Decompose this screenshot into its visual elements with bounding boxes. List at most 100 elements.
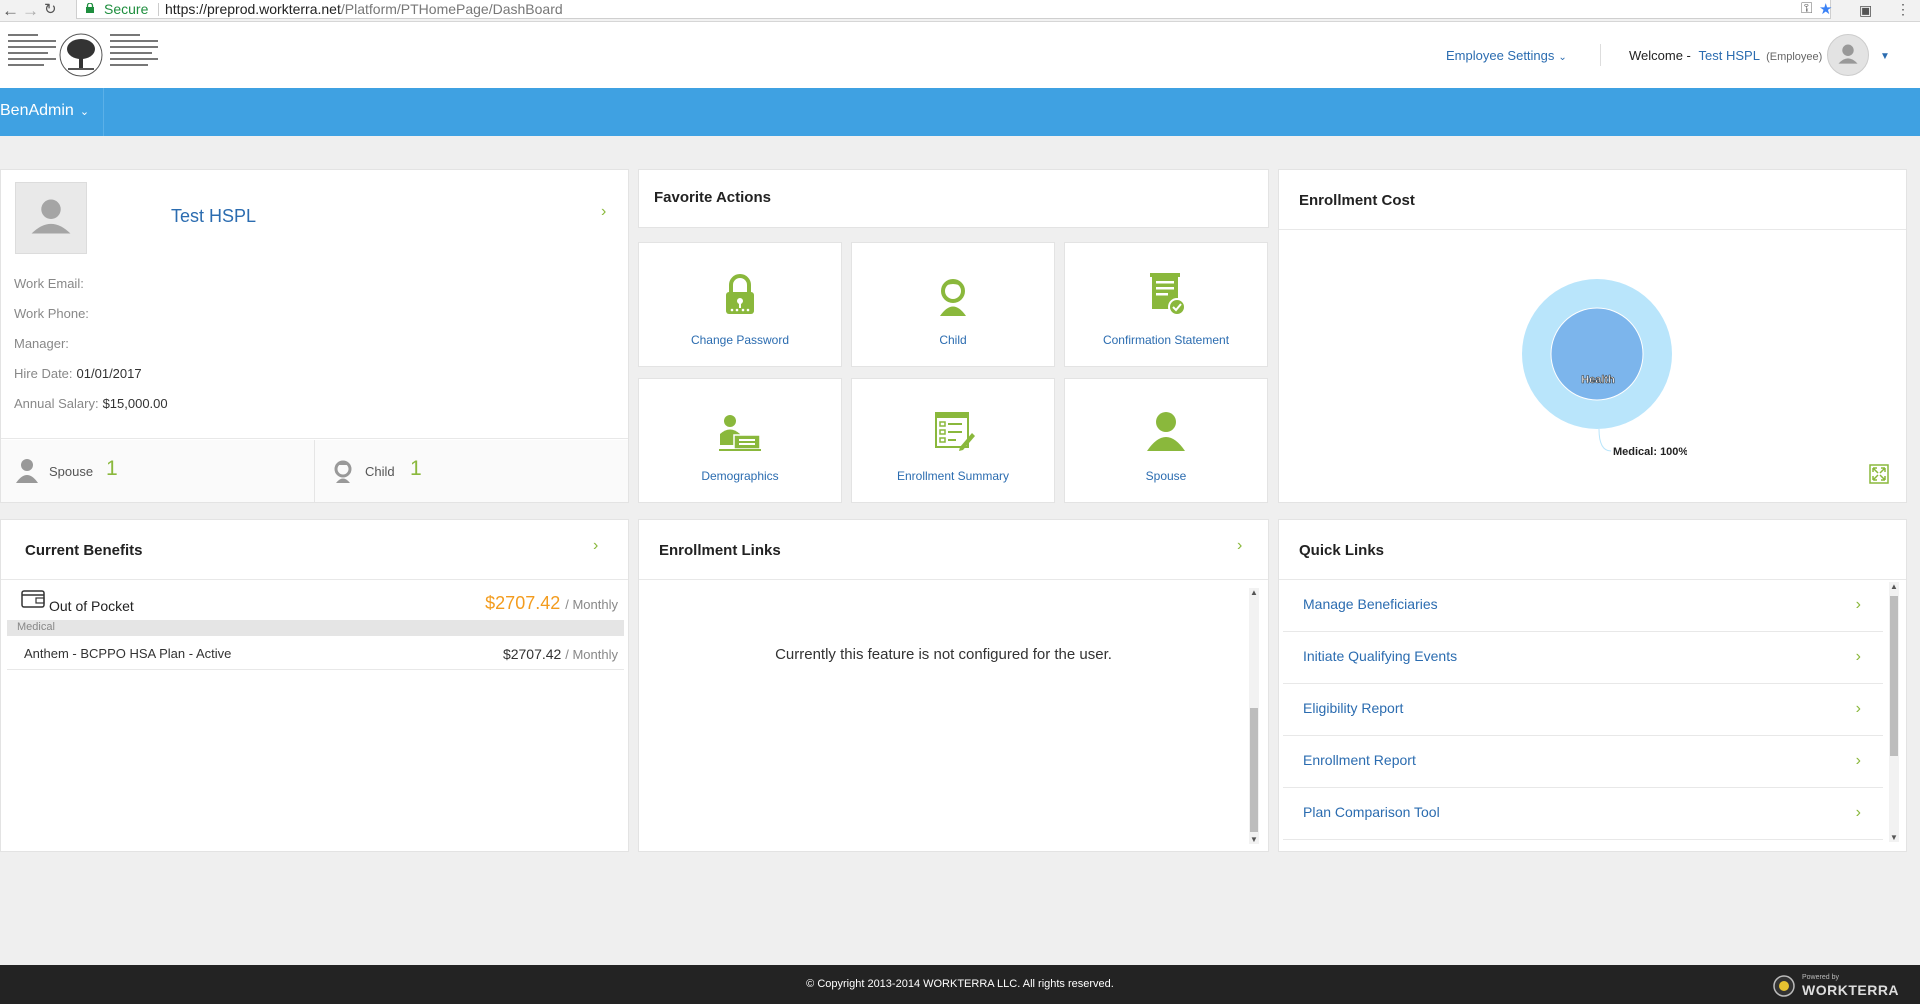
url-divider xyxy=(158,3,159,16)
user-silhouette-icon xyxy=(31,199,71,234)
workterra-logo-icon xyxy=(1773,975,1795,997)
address-bar[interactable]: Secure https://preprod.workterra.net/Pla… xyxy=(76,0,1832,19)
divider xyxy=(1,579,628,580)
app-header: Employee Settings ⌄ Welcome - Test HSPL (… xyxy=(0,22,1920,88)
action-enrollment-summary[interactable]: Enrollment Summary xyxy=(851,378,1055,503)
action-demographics[interactable]: Demographics xyxy=(638,378,842,503)
plan-amount: $2707.42 / Monthly xyxy=(503,646,618,662)
favorite-actions-header: Favorite Actions xyxy=(638,169,1269,228)
header-divider xyxy=(1600,44,1601,66)
action-confirmation-statement[interactable]: Confirmation Statement xyxy=(1064,242,1268,367)
chevron-right-icon: › xyxy=(1855,596,1861,613)
out-of-pocket-amount: $2707.42 / Monthly xyxy=(485,593,618,614)
tile-label: Child xyxy=(939,333,967,347)
quick-link-plan-comparison-tool[interactable]: Plan Comparison Tool › xyxy=(1283,788,1883,840)
quick-link-enrollment-report[interactable]: Enrollment Report › xyxy=(1283,736,1883,788)
panel-title: Current Benefits xyxy=(25,542,143,559)
current-benefits-card: Current Benefits › Out of Pocket $2707.4… xyxy=(0,519,629,852)
dependent-label: Spouse xyxy=(49,464,94,479)
quick-link-manage-beneficiaries[interactable]: Manage Beneficiaries › xyxy=(1283,580,1883,632)
profile-name[interactable]: Test HSPL xyxy=(171,206,256,227)
amount-value: $2707.42 xyxy=(502,646,562,662)
panel-title: Favorite Actions xyxy=(654,189,771,206)
user-avatar[interactable] xyxy=(1827,34,1869,76)
powered-by-brand: WORKTERRA xyxy=(1802,982,1900,998)
action-spouse[interactable]: Spouse xyxy=(1064,378,1268,503)
amount-period: / Monthly xyxy=(565,597,618,612)
scrollbar-thumb[interactable] xyxy=(1250,708,1258,832)
benadmin-menu[interactable]: BenAdmin ⌄ xyxy=(0,88,104,136)
action-change-password[interactable]: Change Password xyxy=(638,242,842,367)
lock-icon xyxy=(726,274,754,314)
divider xyxy=(1279,229,1906,230)
tree-logo-icon xyxy=(59,33,103,77)
user-menu-caret-icon[interactable]: ▼ xyxy=(1880,51,1890,62)
tile-label: Enrollment Summary xyxy=(896,469,1010,483)
user-silhouette-icon xyxy=(1838,44,1858,64)
plan-name[interactable]: Anthem - BCPPO HSA Plan - Active xyxy=(24,646,231,661)
dependent-count: 1 xyxy=(106,457,118,480)
amount-value: $2707.42 xyxy=(485,593,561,613)
panel-title: Enrollment Cost xyxy=(1299,192,1415,209)
child-icon xyxy=(334,460,352,483)
benefits-chevron-right-icon[interactable]: › xyxy=(593,537,598,555)
field-label: Manager: xyxy=(14,336,69,351)
employee-settings-label: Employee Settings xyxy=(1446,48,1555,63)
dependent-label: Child xyxy=(365,464,395,479)
tile-label: Change Password xyxy=(690,333,790,347)
header-user-role: (Employee) xyxy=(1766,51,1823,63)
tile-label: Spouse xyxy=(1145,469,1187,483)
not-configured-message: Currently this feature is not configured… xyxy=(775,646,1112,663)
divider xyxy=(7,669,624,670)
enrollment-cost-chart: Health Medical: 100% xyxy=(1522,279,1687,458)
data-label-medical: Medical: 100% xyxy=(1613,446,1687,458)
dependent-count: 1 xyxy=(410,457,422,480)
chevron-right-icon: › xyxy=(1855,752,1861,769)
secure-label: Secure xyxy=(104,1,149,17)
scroll-up-icon[interactable]: ▲ xyxy=(1889,582,1899,591)
quick-link-label: Plan Comparison Tool xyxy=(1303,804,1440,820)
scroll-up-icon[interactable]: ▲ xyxy=(1249,588,1259,597)
profile-card: Test HSPL › Work Email: Work Phone: Mana… xyxy=(0,169,629,503)
dependent-child[interactable]: Child 1 xyxy=(315,440,628,502)
slice-inner-health[interactable] xyxy=(1550,307,1644,401)
field-value: 01/01/2017 xyxy=(76,366,142,381)
header-user-name[interactable]: Test HSPL xyxy=(1699,48,1760,63)
tile-label: Confirmation Statement xyxy=(1102,333,1230,347)
out-of-pocket-label: Out of Pocket xyxy=(49,598,134,614)
work-phone-row: Work Phone: xyxy=(14,306,93,321)
star-icon[interactable]: ★ xyxy=(1819,0,1832,18)
scroll-down-icon[interactable]: ▼ xyxy=(1249,835,1259,844)
scroll-down-icon[interactable]: ▼ xyxy=(1889,833,1899,842)
person-icon xyxy=(1147,412,1185,451)
welcome-label: Welcome - xyxy=(1629,48,1691,63)
extension-icon[interactable]: ▣ xyxy=(1859,2,1872,19)
field-label: Annual Salary: xyxy=(14,396,99,411)
enrollment-links-scrollbar[interactable]: ▲ ▼ xyxy=(1249,588,1259,844)
quick-link-eligibility-report[interactable]: Eligibility Report › xyxy=(1283,684,1883,736)
profile-chevron-right-icon[interactable]: › xyxy=(601,203,606,221)
employee-settings-menu[interactable]: Employee Settings ⌄ xyxy=(1446,48,1567,63)
quick-link-label: Initiate Qualifying Events xyxy=(1303,648,1458,664)
forward-icon[interactable]: → xyxy=(22,1,39,21)
reload-icon[interactable]: ↻ xyxy=(44,0,57,18)
benefit-category-label: Medical xyxy=(17,621,55,633)
module-nav-bar: BenAdmin ⌄ xyxy=(0,88,1920,136)
url-text[interactable]: https://preprod.workterra.net/Platform/P… xyxy=(165,1,563,17)
expand-icon[interactable] xyxy=(1869,464,1889,484)
action-child[interactable]: Child xyxy=(851,242,1055,367)
child-icon xyxy=(940,279,966,316)
field-label: Work Email: xyxy=(14,276,84,291)
district-logo xyxy=(8,32,160,80)
quick-link-initiate-qualifying-events[interactable]: Initiate Qualifying Events › xyxy=(1283,632,1883,684)
quick-links-scrollbar[interactable]: ▲ ▼ xyxy=(1889,582,1899,842)
dependent-spouse[interactable]: Spouse 1 xyxy=(1,440,314,502)
browser-menu-icon[interactable]: ⋮ xyxy=(1896,1,1910,18)
key-icon[interactable]: ⚿ xyxy=(1801,0,1812,17)
enrollment-links-chevron-right-icon[interactable]: › xyxy=(1237,537,1242,555)
panel-title: Quick Links xyxy=(1299,542,1385,559)
document-check-icon xyxy=(1150,273,1186,316)
scrollbar-thumb[interactable] xyxy=(1890,596,1898,756)
divider xyxy=(639,579,1268,580)
back-icon[interactable]: ← xyxy=(2,1,19,21)
